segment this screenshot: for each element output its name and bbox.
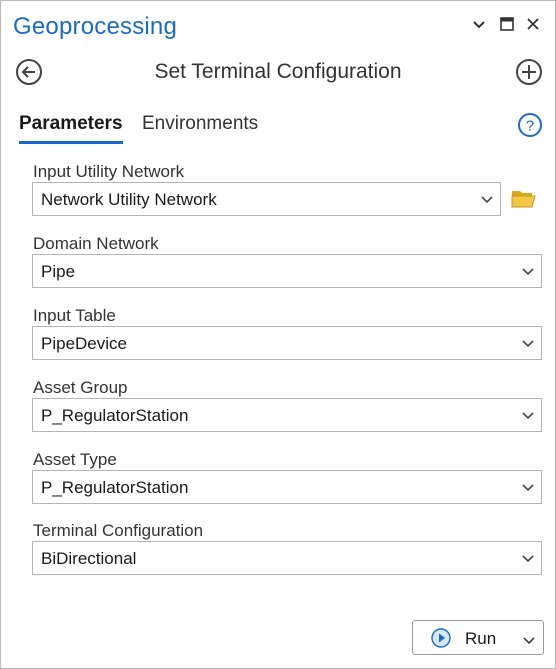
folder-icon <box>511 188 537 213</box>
tool-header: Set Terminal Configuration <box>1 53 555 95</box>
chevron-down-icon <box>523 632 537 646</box>
pane-title: Geoprocessing <box>13 13 178 40</box>
param-label-asset-type: Asset Type <box>33 450 117 469</box>
chevron-down-icon <box>521 552 535 566</box>
chevron-down-icon <box>472 17 486 35</box>
terminal-configuration-dropdown[interactable]: BiDirectional <box>32 541 542 575</box>
chevron-down-icon <box>521 337 535 351</box>
browse-button[interactable] <box>509 187 539 213</box>
run-button[interactable]: Run <box>412 620 544 655</box>
help-icon: ? <box>517 112 543 143</box>
tab-parameters[interactable]: Parameters <box>19 113 123 144</box>
param-label-terminal-configuration: Terminal Configuration <box>33 521 204 540</box>
domain-network-dropdown[interactable]: Pipe <box>32 254 542 288</box>
terminal-configuration-value: BiDirectional <box>41 549 137 568</box>
asset-group-dropdown[interactable]: P_RegulatorStation <box>32 398 542 432</box>
domain-network-value: Pipe <box>41 262 76 281</box>
asset-type-value: P_RegulatorStation <box>41 478 189 497</box>
maximize-button[interactable] <box>496 15 518 37</box>
param-label-domain-network: Domain Network <box>33 234 159 253</box>
run-label: Run <box>465 629 497 648</box>
asset-group-value: P_RegulatorStation <box>41 406 189 425</box>
tool-title: Set Terminal Configuration <box>154 60 402 83</box>
plus-circle-icon <box>515 58 543 91</box>
svg-text:?: ? <box>526 117 534 134</box>
input-table-value: PipeDevice <box>41 334 127 353</box>
chevron-down-icon <box>521 265 535 279</box>
help-button[interactable]: ? <box>516 112 544 143</box>
tool-tabs: Parameters Environments ? <box>1 105 555 145</box>
close-button[interactable] <box>522 15 544 37</box>
close-icon <box>526 17 540 36</box>
input-utility-network-dropdown[interactable]: Network Utility Network <box>32 182 501 216</box>
geoprocessing-pane: Geoprocessing Set Terminal Configuration <box>0 0 556 669</box>
param-label-input-table: Input Table <box>33 306 116 325</box>
pane-titlebar: Geoprocessing <box>1 1 555 53</box>
maximize-icon <box>500 16 514 36</box>
add-button[interactable] <box>514 58 544 91</box>
asset-type-dropdown[interactable]: P_RegulatorStation <box>32 470 542 504</box>
pane-options-button[interactable] <box>468 15 490 37</box>
param-label-input-utility-network: Input Utility Network <box>33 162 185 181</box>
chevron-down-icon <box>480 193 494 207</box>
chevron-down-icon <box>521 409 535 423</box>
input-utility-network-value: Network Utility Network <box>41 190 217 209</box>
chevron-down-icon <box>521 481 535 495</box>
play-icon <box>431 628 451 648</box>
tab-environments[interactable]: Environments <box>142 113 258 141</box>
param-label-asset-group: Asset Group <box>33 378 128 397</box>
input-table-dropdown[interactable]: PipeDevice <box>32 326 542 360</box>
